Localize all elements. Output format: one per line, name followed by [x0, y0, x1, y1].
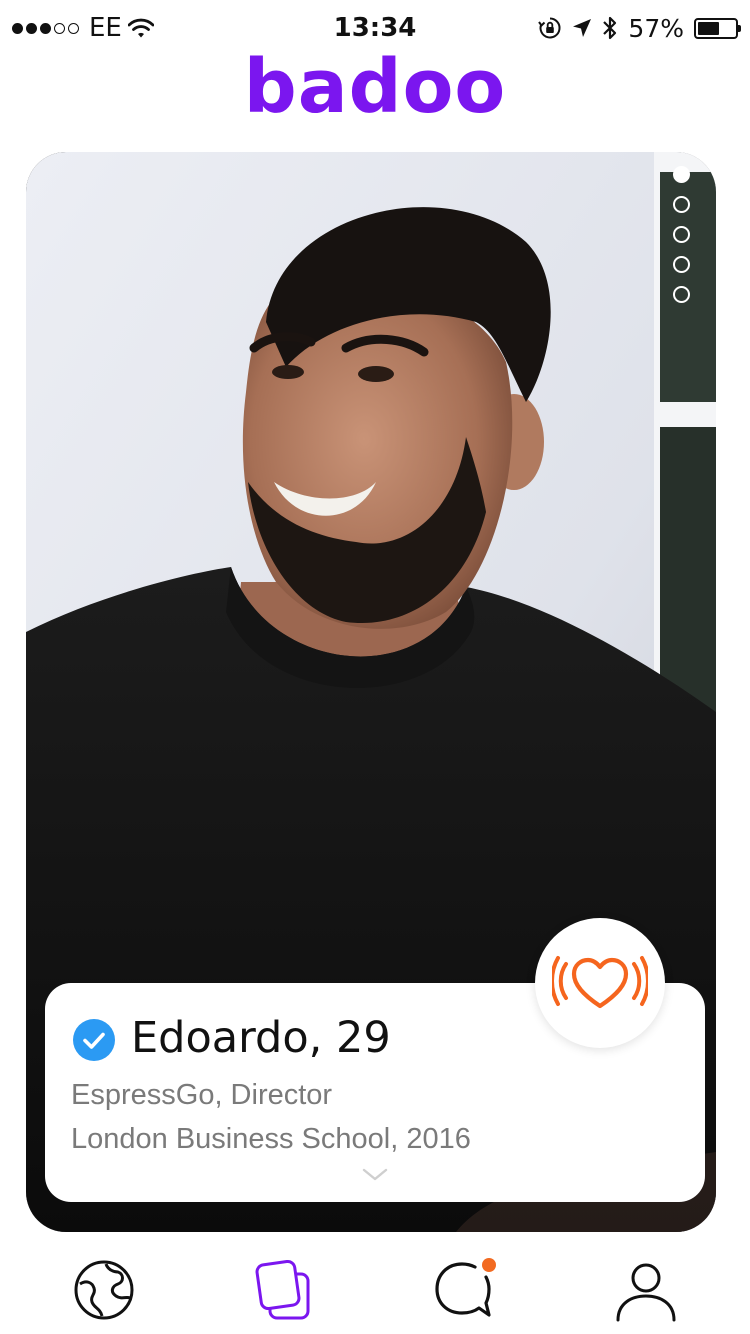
- photo-dot[interactable]: [673, 256, 690, 273]
- nav-chats[interactable]: [428, 1254, 500, 1326]
- photo-dot[interactable]: [673, 226, 690, 243]
- battery-icon: [694, 17, 741, 39]
- globe-icon: [74, 1260, 134, 1320]
- battery-percentage: 57%: [628, 13, 684, 43]
- location-arrow-icon: [573, 19, 592, 37]
- notification-dot: [482, 1258, 496, 1272]
- nav-profile[interactable]: [610, 1254, 682, 1326]
- verified-badge-icon: [73, 1019, 115, 1061]
- bottom-navigation: [0, 1240, 750, 1334]
- rotation-lock-icon: [538, 17, 561, 39]
- profile-name-age: Edoardo, 29: [131, 1013, 391, 1063]
- bluetooth-icon: [603, 16, 617, 40]
- status-bar-right: 57%: [538, 13, 741, 43]
- profile-education: London Business School, 2016: [71, 1123, 471, 1155]
- badoo-logo: badoo: [243, 44, 507, 130]
- nav-encounters[interactable]: [248, 1254, 320, 1326]
- photo-page-indicator: [673, 166, 690, 303]
- photo-dot[interactable]: [673, 166, 690, 183]
- nav-people-nearby[interactable]: [68, 1254, 140, 1326]
- photo-dot[interactable]: [673, 196, 690, 213]
- like-button[interactable]: [535, 918, 665, 1048]
- heart-vibrate-icon: [552, 956, 648, 1009]
- chevron-down-icon[interactable]: [361, 1167, 389, 1183]
- cards-icon: [255, 1259, 310, 1320]
- photo-dot[interactable]: [673, 286, 690, 303]
- user-icon: [616, 1263, 676, 1322]
- battery-level-fill: [698, 21, 719, 35]
- profile-job: EspressGo, Director: [71, 1079, 333, 1111]
